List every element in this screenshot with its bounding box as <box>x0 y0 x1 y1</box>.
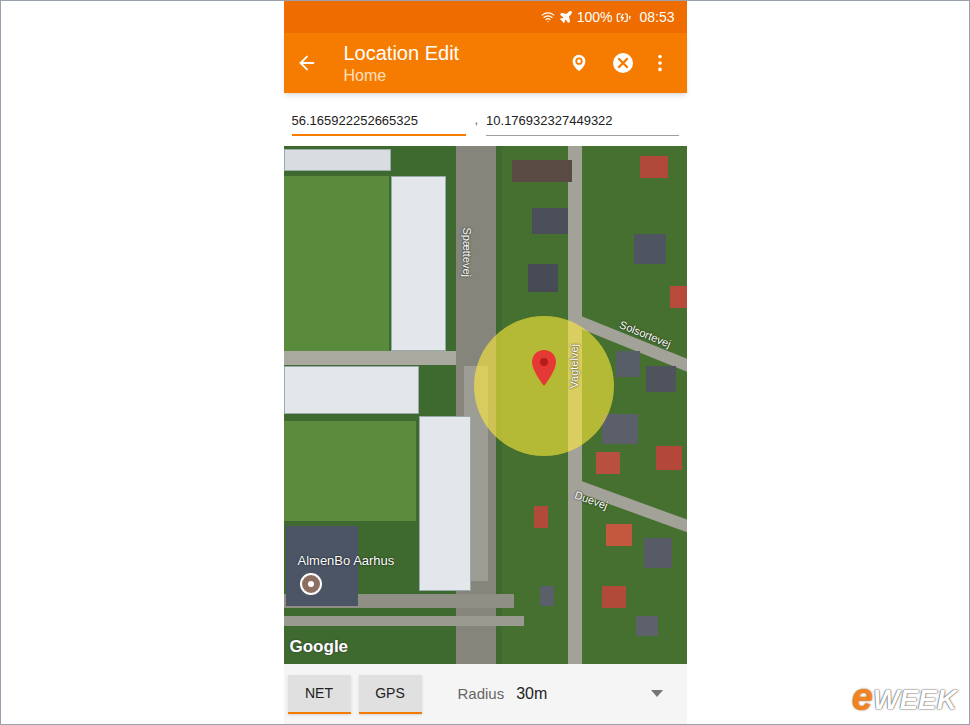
house <box>528 264 558 292</box>
house <box>602 586 626 608</box>
park-area <box>284 421 416 521</box>
house <box>644 538 672 568</box>
clear-button[interactable] <box>601 52 645 74</box>
house <box>540 586 554 606</box>
house <box>602 414 638 444</box>
place-label: AlmenBo Aarhus <box>298 551 395 571</box>
longitude-value: 10.176932327449322 <box>486 113 613 128</box>
subtitle: Home <box>344 66 557 86</box>
source-button[interactable]: NET <box>288 675 351 714</box>
status-bar: 100% 08:53 <box>284 1 687 33</box>
building <box>284 149 391 171</box>
road <box>284 351 456 365</box>
house <box>596 452 620 474</box>
more-button[interactable] <box>645 52 675 74</box>
house <box>634 234 666 264</box>
coordinates-row: 56.165922252665325, 10.176932327449322 <box>284 93 687 146</box>
app-bar-titles: Location EditHome <box>344 41 557 86</box>
airplane-icon <box>559 10 573 24</box>
more-icon <box>649 52 671 74</box>
radius-label: Radius <box>458 683 505 706</box>
house <box>606 524 632 546</box>
wifi-icon <box>541 10 555 24</box>
map[interactable]: SpættevejSolsortevejVagtelvejDuevejAlmen… <box>284 146 687 664</box>
house <box>646 366 676 392</box>
building <box>419 416 471 591</box>
back-arrow-icon <box>296 52 318 74</box>
latitude-field[interactable]: 56.165922252665325 <box>292 103 467 137</box>
watermark-prefix: e <box>852 678 873 716</box>
house <box>534 506 548 528</box>
house <box>636 616 658 636</box>
clock: 08:53 <box>639 7 674 28</box>
title: Location Edit <box>344 41 557 66</box>
house <box>640 156 668 178</box>
house <box>670 286 687 308</box>
watermark-name: WEEK <box>873 686 957 716</box>
street-label: Vagtelvej <box>565 344 582 388</box>
back-button[interactable] <box>296 52 336 74</box>
building <box>284 366 419 414</box>
dropdown-arrow-icon <box>651 690 663 698</box>
source-button[interactable]: GPS <box>359 675 422 714</box>
location-pin-icon[interactable] <box>532 350 556 386</box>
watermark: eWEEK <box>852 678 957 716</box>
radius-circle <box>474 316 614 456</box>
battery-icon <box>616 10 631 25</box>
place-marker-icon[interactable] <box>300 573 322 595</box>
locate-button[interactable] <box>557 52 601 74</box>
radius-value: 30m <box>516 682 547 706</box>
attribution: Google <box>290 634 349 660</box>
close-circle-icon <box>612 52 634 74</box>
park-area <box>284 176 389 351</box>
road <box>284 616 524 626</box>
house <box>532 208 568 234</box>
battery-level: 100% <box>577 7 613 28</box>
street-label: Spættevej <box>458 227 475 277</box>
bottom-bar: NETGPS Radius 30m <box>284 664 687 724</box>
app-bar: Location EditHome <box>284 33 687 93</box>
screenshot: 100% 08:53 Location EditHome 56.16592225266… <box>0 0 970 725</box>
house <box>512 160 572 182</box>
map-pin-icon <box>568 52 590 74</box>
building <box>391 176 446 351</box>
latitude-value: 56.165922252665325 <box>292 113 419 128</box>
house <box>656 446 682 470</box>
radius-selector[interactable]: Radius 30m <box>458 682 683 706</box>
separator: , <box>474 110 478 130</box>
house <box>616 351 640 377</box>
longitude-field[interactable]: 10.176932327449322 <box>486 103 678 136</box>
phone-screen: 100% 08:53 Location EditHome 56.16592225266… <box>284 1 687 724</box>
